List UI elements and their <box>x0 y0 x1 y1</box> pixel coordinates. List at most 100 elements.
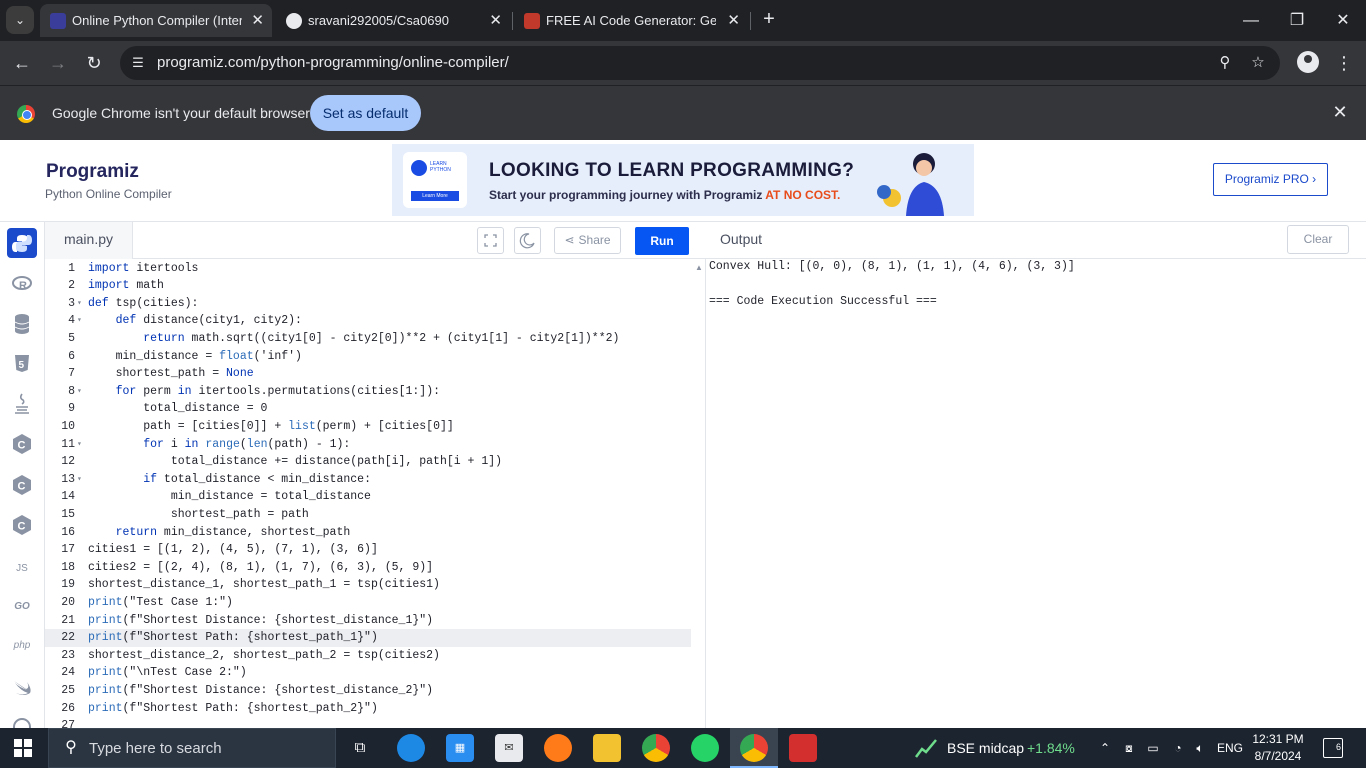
restore-button[interactable]: ❐ <box>1274 0 1320 41</box>
input-language[interactable]: ENG <box>1215 728 1245 768</box>
code-line[interactable]: 19 shortest_distance_1, shortest_path_1 =… <box>45 576 691 594</box>
chrome-icon[interactable] <box>642 734 670 762</box>
back-button[interactable]: ← <box>7 48 37 78</box>
taskbar-search-box[interactable]: ⚲ Type here to search <box>48 728 336 768</box>
go-icon[interactable]: GO <box>7 592 37 622</box>
code-line[interactable]: 24 print("\nTest Case 2:") <box>45 664 691 682</box>
dark-mode-button[interactable] <box>514 227 541 254</box>
code-line[interactable]: 7 shortest_path = None <box>45 365 691 383</box>
close-infobar-icon[interactable]: ✕ <box>1330 102 1350 122</box>
stock-chart-icon[interactable] <box>914 737 938 759</box>
code-line[interactable]: 17 cities1 = [(1, 2), (4, 5), (7, 1), (3,… <box>45 541 691 559</box>
code-line[interactable]: 15 shortest_path = path <box>45 506 691 524</box>
reload-button[interactable]: ↻ <box>79 48 109 78</box>
acrobat-icon[interactable] <box>789 734 817 762</box>
code-line[interactable]: 21 print(f"Shortest Distance: {shortest_d… <box>45 612 691 630</box>
code-line[interactable]: 11 ▾ for i in range(len(path) - 1): <box>45 436 691 454</box>
microsoft-store-icon[interactable]: ▦ <box>446 734 474 762</box>
code-line[interactable]: 25 print(f"Shortest Distance: {shortest_d… <box>45 682 691 700</box>
forward-button[interactable]: → <box>43 48 73 78</box>
code-line[interactable]: 23 shortest_distance_2, shortest_path_2 =… <box>45 647 691 665</box>
code-editor[interactable]: ▲ 1 import itertools 2 import math 3 ▾ def tsp… <box>45 259 706 728</box>
taskbar-clock[interactable]: 12:31 PM 8/7/2024 <box>1250 731 1306 765</box>
ad-banner[interactable]: LEARN PYTHON Learn More LOOKING TO LEARN… <box>392 144 974 216</box>
r-icon[interactable]: R <box>7 269 37 299</box>
site-info-icon[interactable]: ☰ <box>128 53 148 73</box>
code-line[interactable]: 4 ▾ def distance(city1, city2): <box>45 312 691 330</box>
code-line[interactable]: 8 ▾ for perm in itertools.permutations(ci… <box>45 383 691 401</box>
tab-github[interactable]: sravani292005/Csa0690 ✕ <box>276 4 510 37</box>
notifications-icon[interactable]: 6 <box>1323 738 1343 758</box>
code-line[interactable]: 9 total_distance = 0 <box>45 400 691 418</box>
swift-icon[interactable] <box>7 672 37 702</box>
javascript-icon[interactable]: JS <box>7 554 37 584</box>
fold-arrow-icon[interactable]: ▾ <box>77 383 82 401</box>
code-line[interactable]: 3 ▾ def tsp(cities): <box>45 295 691 313</box>
programiz-pro-button[interactable]: Programiz PRO › <box>1213 163 1328 196</box>
bookmark-star-icon[interactable]: ☆ <box>1248 53 1268 73</box>
code-line[interactable]: 10 path = [cities[0]] + list(perm) + [ci… <box>45 418 691 436</box>
rust-icon[interactable] <box>7 712 37 728</box>
code-line[interactable]: 5 return math.sqrt((city1[0] - city2[0])… <box>45 330 691 348</box>
tab-ai-code-generator[interactable]: FREE AI Code Generator: Generate Code ✕ <box>514 4 748 37</box>
volume-muted-icon[interactable]: 🔈︎ <box>1190 728 1210 768</box>
code-line[interactable]: 13 ▾ if total_distance < min_distance: <box>45 471 691 489</box>
chrome-menu-icon[interactable]: ⋮ <box>1334 51 1354 75</box>
meet-now-icon[interactable]: ⧇ <box>1120 728 1138 768</box>
code-line[interactable]: 26 print(f"Shortest Path: {shortest_path_… <box>45 700 691 718</box>
show-hidden-icons-icon[interactable]: ⌃ <box>1096 728 1114 768</box>
address-bar[interactable]: ☰ programiz.com/python-programming/onlin… <box>120 46 1280 80</box>
close-tab-icon[interactable]: ✕ <box>251 4 264 37</box>
battery-icon[interactable]: ▭ <box>1144 728 1162 768</box>
fold-arrow-icon[interactable]: ▾ <box>77 436 82 454</box>
python-icon[interactable] <box>7 228 37 258</box>
code-line[interactable]: 14 min_distance = total_distance <box>45 488 691 506</box>
code-line[interactable]: 1 import itertools <box>45 260 691 278</box>
csharp-icon[interactable]: C <box>7 510 37 540</box>
editor-scroll-up-icon[interactable]: ▲ <box>695 263 703 272</box>
code-line[interactable]: 22 print(f"Shortest Path: {shortest_path_… <box>45 629 691 647</box>
new-tab-button[interactable]: + <box>758 8 780 30</box>
code-line[interactable]: 2 import math <box>45 277 691 295</box>
code-line[interactable]: 6 min_distance = float('inf') <box>45 348 691 366</box>
tab-search-button[interactable]: ⌄ <box>6 6 34 34</box>
clear-button[interactable]: Clear <box>1287 225 1349 254</box>
whatsapp-icon[interactable] <box>691 734 719 762</box>
code-line[interactable]: 20 print("Test Case 1:") <box>45 594 691 612</box>
file-tab-main-py[interactable]: main.py <box>45 222 133 259</box>
firefox-icon[interactable] <box>544 734 572 762</box>
wifi-icon[interactable]: ◔ <box>1168 728 1188 768</box>
code-line[interactable]: 27 <box>45 717 691 728</box>
code-line[interactable]: 12 total_distance += distance(path[i], p… <box>45 453 691 471</box>
run-button[interactable]: Run <box>635 227 689 255</box>
java-icon[interactable] <box>7 389 37 419</box>
file-explorer-icon[interactable] <box>593 734 621 762</box>
edge-icon[interactable] <box>397 734 425 762</box>
set-as-default-button[interactable]: Set as default <box>310 95 421 131</box>
fold-arrow-icon[interactable]: ▾ <box>77 312 82 330</box>
c-icon[interactable]: C <box>7 429 37 459</box>
close-tab-icon[interactable]: ✕ <box>727 4 740 37</box>
stock-change[interactable]: +1.84% <box>1027 728 1075 768</box>
windows-start-icon[interactable] <box>14 739 32 757</box>
close-window-button[interactable]: ✕ <box>1320 0 1366 41</box>
minimize-button[interactable]: — <box>1228 0 1274 41</box>
chrome-active-icon[interactable] <box>740 734 768 762</box>
task-view-icon[interactable]: ⧉ <box>346 734 374 762</box>
code-line[interactable]: 18 cities2 = [(2, 4), (8, 1), (1, 7), (6,… <box>45 559 691 577</box>
zoom-icon[interactable]: ⚲ <box>1215 53 1235 73</box>
php-icon[interactable]: php <box>7 631 37 661</box>
database-icon[interactable] <box>7 309 37 339</box>
share-button[interactable]: ⋖ Share <box>554 227 621 254</box>
programiz-logo[interactable]: Programiz <box>46 161 139 183</box>
fullscreen-button[interactable] <box>477 227 504 254</box>
stock-name[interactable]: BSE midcap <box>947 728 1024 768</box>
code-line[interactable]: 16 return min_distance, shortest_path <box>45 524 691 542</box>
mail-icon[interactable]: ✉ <box>495 734 523 762</box>
profile-avatar-icon[interactable] <box>1297 51 1319 73</box>
html5-icon[interactable]: 5 <box>7 349 37 379</box>
fold-arrow-icon[interactable]: ▾ <box>77 295 82 313</box>
cpp-icon[interactable]: C <box>7 470 37 500</box>
fold-arrow-icon[interactable]: ▾ <box>77 471 82 489</box>
tab-programiz[interactable]: Online Python Compiler (Interpreter) ✕ <box>40 4 272 37</box>
